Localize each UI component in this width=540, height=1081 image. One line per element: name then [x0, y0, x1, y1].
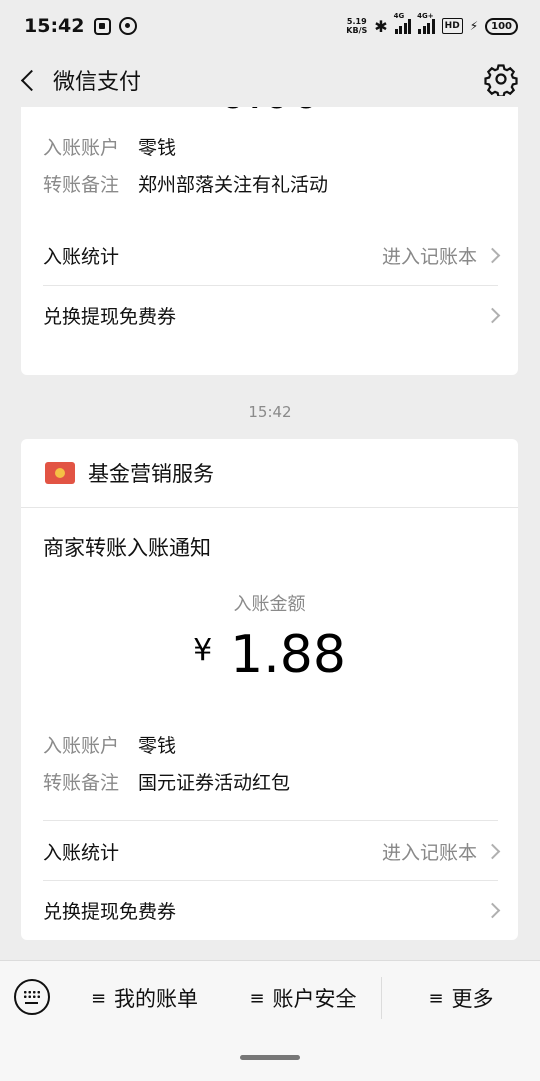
bottom-menu-bar: ≡ 我的账单 ≡ 账户安全 ≡ 更多: [0, 960, 540, 1081]
divider: [21, 507, 518, 508]
status-time: 15:42: [24, 15, 85, 37]
coupon-label: 兑换提现免费券: [43, 305, 177, 328]
notification-app-icon: [94, 17, 112, 35]
chevron-right-icon: [484, 843, 501, 859]
account-value: 零钱: [138, 735, 177, 757]
transfer-notice-card[interactable]: 基金营销服务 商家转账入账通知 入账金额 ¥1.88 入账账户 零钱 转账备注 …: [21, 439, 518, 940]
network-speed: 5.19 KB/S: [346, 17, 367, 35]
status-bar: 15:42 5.19 KB/S ✱ 4G 4G+ HD ⚡ 100: [0, 0, 540, 52]
message-timestamp: 15:42: [248, 403, 292, 421]
stats-label: 入账统计: [43, 841, 120, 864]
service-name: 基金营销服务: [88, 462, 214, 486]
menu-more[interactable]: ≡ 更多: [382, 961, 540, 1035]
amount-label: 入账金额: [233, 594, 306, 615]
keyboard-icon[interactable]: [14, 979, 50, 1015]
menu-my-bills[interactable]: ≡ 我的账单: [62, 961, 227, 1035]
signal1-label: 4G: [393, 12, 405, 20]
status-right-icons: 5.19 KB/S ✱ 4G 4G+ HD ⚡ 100: [346, 12, 518, 36]
menu-glyph: ≡: [249, 987, 265, 1009]
red-packet-icon: [45, 462, 75, 484]
account-label: 入账账户: [43, 137, 120, 159]
signal-icon-sim1: 4G: [394, 12, 412, 34]
chevron-right-icon: [484, 247, 501, 263]
menu-glyph: ≡: [90, 987, 107, 1009]
chevron-right-icon: [484, 307, 501, 323]
hotspot-icon: [119, 17, 138, 35]
notice-title: 商家转账入账通知: [43, 536, 211, 560]
account-row: 入账账户 零钱: [43, 133, 176, 160]
remark-value: 郑州部落关注有礼活动: [138, 174, 329, 196]
menu-account-security[interactable]: ≡ 账户安全: [228, 961, 378, 1035]
account-value: 零钱: [138, 137, 177, 159]
stats-label: 入账统计: [43, 245, 120, 268]
settings-gear-icon[interactable]: [484, 62, 518, 96]
signal2-label: 4G+: [417, 12, 434, 20]
remark-row: 转账备注 国元证券活动红包: [43, 768, 290, 795]
account-row: 入账账户 零钱: [43, 731, 176, 758]
page-title: 微信支付: [53, 69, 142, 95]
nav-bar: 微信支付: [0, 52, 540, 107]
currency-symbol: ¥: [193, 633, 213, 668]
back-icon[interactable]: [6, 58, 50, 102]
transfer-notice-card[interactable]: 0.00 入账账户 零钱 转账备注 郑州部落关注有礼活动 入账统计 进入记账本 …: [21, 107, 518, 375]
remark-label: 转账备注: [43, 174, 120, 196]
menu-label: 我的账单: [114, 987, 199, 1011]
amount-value: 1.88: [230, 625, 346, 685]
coupon-label: 兑换提现免费券: [43, 900, 177, 923]
network-speed-value: 5.19: [346, 17, 367, 26]
stats-hint: 进入记账本: [381, 841, 477, 864]
home-indicator[interactable]: [240, 1055, 300, 1060]
remark-row: 转账备注 郑州部落关注有礼活动: [43, 170, 328, 197]
network-speed-unit: KB/S: [346, 26, 368, 35]
amount-display: ¥1.88: [21, 625, 518, 685]
menu-label: 账户安全: [272, 987, 357, 1011]
coupon-row[interactable]: 兑换提现免费券: [43, 285, 501, 345]
chevron-right-icon: [484, 902, 501, 918]
account-label: 入账账户: [43, 735, 120, 757]
charging-icon: ⚡: [469, 19, 479, 33]
remark-label: 转账备注: [43, 772, 120, 794]
stats-hint: 进入记账本: [381, 245, 477, 268]
coupon-row[interactable]: 兑换提现免费券: [43, 880, 501, 940]
battery-icon: 100: [485, 17, 518, 35]
signal-icon-sim2: 4G+: [417, 12, 435, 34]
hd-icon: HD: [441, 18, 463, 34]
remark-value: 国元证券活动红包: [138, 772, 291, 794]
stats-row[interactable]: 入账统计 进入记账本: [43, 225, 501, 285]
stats-row[interactable]: 入账统计 进入记账本: [43, 821, 501, 881]
menu-label: 更多: [451, 987, 494, 1011]
amount-value-partial: 0.00: [21, 107, 518, 119]
status-left-icons: [94, 17, 138, 35]
menu-glyph: ≡: [428, 987, 444, 1009]
bluetooth-icon: ✱: [374, 16, 388, 36]
message-list[interactable]: 0.00 入账账户 零钱 转账备注 郑州部落关注有礼活动 入账统计 进入记账本 …: [0, 107, 540, 960]
service-header[interactable]: 基金营销服务: [21, 439, 518, 507]
